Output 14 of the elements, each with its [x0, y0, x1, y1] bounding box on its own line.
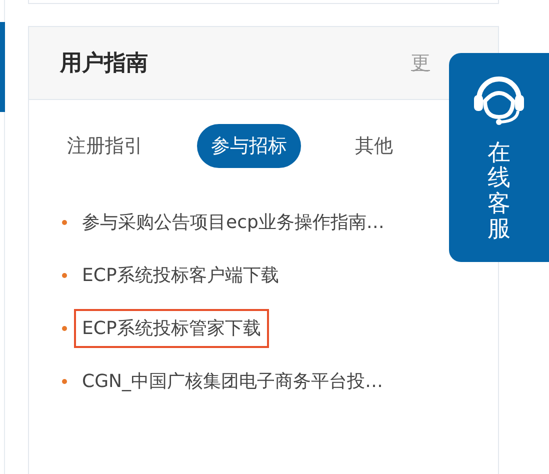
bullet-icon	[62, 326, 67, 331]
bullet-icon	[62, 220, 67, 225]
online-service-button[interactable]: 在线客服	[449, 53, 549, 262]
tab[interactable]: 注册指引	[53, 124, 157, 168]
service-label: 在线客服	[488, 141, 510, 242]
guide-link[interactable]: ECP系统投标客户端下载	[74, 256, 287, 295]
guide-link[interactable]: CGN_中国广核集团电子商务平台投…	[74, 362, 391, 401]
tab[interactable]: 参与招标	[197, 124, 301, 168]
guide-link[interactable]: 参与采购公告项目ecp业务操作指南…	[74, 203, 392, 242]
panel-title: 用户指南	[60, 50, 148, 78]
bullet-icon	[62, 379, 67, 384]
bullet-icon	[62, 273, 67, 278]
tab[interactable]: 其他	[341, 124, 407, 168]
guide-link[interactable]: ECP系统投标管家下载	[74, 309, 269, 348]
